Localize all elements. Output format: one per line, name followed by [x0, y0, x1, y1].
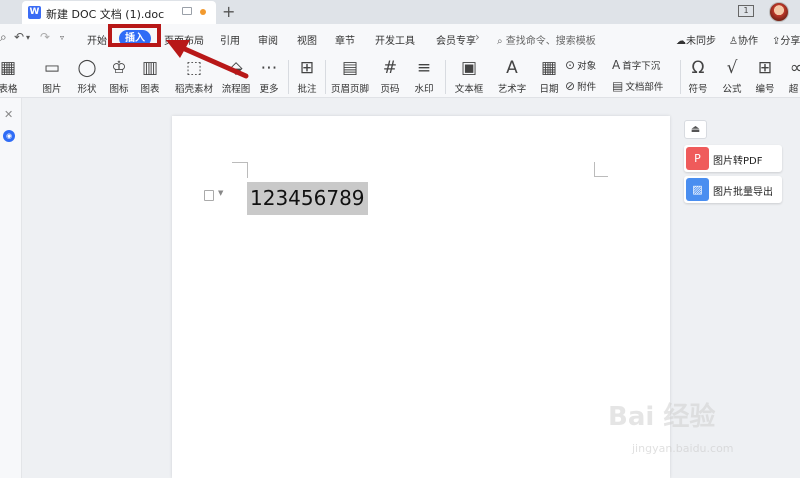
omega-icon: Ω: [691, 58, 705, 78]
comment-button[interactable]: ⊞ 批注: [294, 58, 320, 95]
ribbon-divider: [288, 60, 289, 94]
search-icon[interactable]: ⌕: [0, 30, 7, 45]
hyperlink-button[interactable]: ∞ 超: [787, 58, 800, 95]
formula-button[interactable]: √ 公式: [718, 58, 746, 95]
avatar[interactable]: [769, 2, 789, 22]
redo-icon[interactable]: ↷: [40, 30, 50, 44]
menu-more-arrow-icon[interactable]: ›: [475, 30, 480, 44]
new-tab-button[interactable]: +: [222, 2, 235, 21]
margin-corner-mark: [594, 162, 595, 177]
undo-dropdown-icon[interactable]: ▾: [26, 33, 30, 42]
paragraph-handle-icon[interactable]: [204, 190, 214, 201]
watermark-button[interactable]: ≡ 水印: [408, 58, 440, 95]
monitor-icon[interactable]: [182, 7, 192, 15]
title-bar: W 新建 DOC 文档 (1).doc + 1: [0, 0, 800, 24]
page-number-button[interactable]: # 页码: [375, 58, 405, 95]
search-icon: ⌕: [497, 36, 503, 47]
collapse-panel-button[interactable]: ⏏: [684, 120, 707, 139]
menu-review[interactable]: 审阅: [258, 32, 278, 47]
object-icon: ⊙: [565, 58, 576, 72]
menu-section[interactable]: 章节: [335, 32, 355, 47]
picture-button[interactable]: ▭ 图片: [37, 58, 67, 95]
wordart-button[interactable]: A 艺术字: [493, 58, 531, 95]
undo-icon[interactable]: ↶: [14, 30, 24, 44]
picture-icon: ▭: [43, 58, 61, 78]
comment-icon: ⊞: [299, 58, 315, 78]
highlight-box: [108, 24, 161, 47]
pdf-icon: P: [686, 147, 709, 170]
navigation-icon[interactable]: ◉: [3, 130, 15, 142]
doc-parts-button[interactable]: ▤ 文档部件: [612, 79, 663, 93]
page-number-icon: #: [382, 58, 398, 78]
textbox-button[interactable]: ▣ 文本框: [450, 58, 488, 95]
chart-icon: ▥: [141, 58, 159, 78]
doc-parts-icon: ▤: [612, 79, 624, 93]
shape-button[interactable]: ◯ 形状: [72, 58, 102, 95]
object-button[interactable]: ⊙ 对象: [565, 58, 596, 72]
menu-developer[interactable]: 开发工具: [375, 32, 415, 47]
icon-library-icon: ♔: [111, 58, 127, 78]
wps-writer-icon: W: [28, 6, 41, 19]
date-button[interactable]: ▦ 日期: [536, 58, 562, 95]
more-dots-icon: ⋯: [260, 58, 278, 78]
textbox-icon: ▣: [460, 58, 478, 78]
command-search-input[interactable]: 查找命令、搜索模板: [506, 36, 596, 47]
calendar-icon: ▦: [540, 58, 558, 78]
customize-dropdown-icon[interactable]: ▿: [60, 33, 64, 42]
menu-home[interactable]: 开始: [87, 32, 107, 47]
sync-status[interactable]: ☁未同步: [676, 32, 716, 47]
command-search[interactable]: ⌕ 查找命令、搜索模板: [497, 32, 596, 47]
cloud-icon: ☁: [676, 36, 686, 47]
window-count-badge[interactable]: 1: [738, 5, 754, 17]
ribbon-divider: [445, 60, 446, 94]
link-icon: ∞: [789, 58, 800, 78]
attachment-button[interactable]: ⊘ 附件: [565, 79, 596, 93]
watermark-url: jingyan.baidu.com: [632, 442, 734, 455]
share-button[interactable]: ⇪分享: [772, 32, 800, 47]
watermark-icon: ≡: [416, 58, 432, 78]
ribbon-toolbar: ▦ 表格 ▭ 图片 ◯ 形状 ♔ 图标 ▥ 图表 ⬚ 稻壳素材 ⬙ 流程图 ⋯ 更多 ⊞ 批注 ▤…: [0, 52, 800, 98]
unsaved-dot-icon: [200, 9, 206, 15]
chevron-down-icon[interactable]: ▼: [218, 189, 223, 197]
pic-to-pdf-button[interactable]: P 图片转PDF: [684, 145, 782, 172]
left-side-panel: ✕ ◉: [0, 98, 22, 478]
selected-document-text[interactable]: 123456789: [247, 182, 368, 215]
header-footer-icon: ▤: [341, 58, 359, 78]
numbering-icon: ⊞: [757, 58, 773, 78]
dropcap-icon: A: [612, 58, 621, 72]
menu-view[interactable]: 视图: [297, 32, 317, 47]
red-arrow-icon: [166, 40, 249, 79]
menu-member[interactable]: 会员专享: [436, 32, 476, 47]
tab-title: 新建 DOC 文档 (1).doc: [46, 8, 165, 21]
watermark-logo: Bai 经验: [608, 402, 716, 432]
user-icon: ♙: [729, 36, 738, 47]
table-button[interactable]: ▦ 表格: [0, 58, 20, 95]
collab-button[interactable]: ♙协作: [729, 32, 758, 47]
dropcap-button[interactable]: A 首字下沉: [612, 58, 660, 72]
batch-export-button[interactable]: ▨ 图片批量导出: [684, 176, 782, 203]
ribbon-divider: [680, 60, 681, 94]
paperclip-icon: ⊘: [565, 79, 576, 93]
ribbon-divider: [325, 60, 326, 94]
numbering-button[interactable]: ⊞ 编号: [752, 58, 778, 95]
icon-button[interactable]: ♔ 图标: [104, 58, 134, 95]
document-tab[interactable]: W 新建 DOC 文档 (1).doc: [22, 1, 216, 24]
symbol-button[interactable]: Ω 符号: [684, 58, 712, 95]
header-footer-button[interactable]: ▤ 页眉页脚: [329, 58, 371, 95]
close-icon[interactable]: ✕: [4, 108, 13, 121]
margin-corner-mark: [232, 162, 248, 163]
table-icon: ▦: [0, 58, 17, 78]
shape-icon: ◯: [77, 58, 97, 78]
image-export-icon: ▨: [686, 178, 709, 201]
wordart-icon: A: [506, 58, 518, 78]
margin-corner-mark: [594, 176, 608, 177]
baidu-watermark: Bai 经验 jingyan.baidu.com: [588, 388, 788, 468]
formula-icon: √: [726, 58, 738, 78]
margin-corner-mark: [247, 162, 248, 178]
